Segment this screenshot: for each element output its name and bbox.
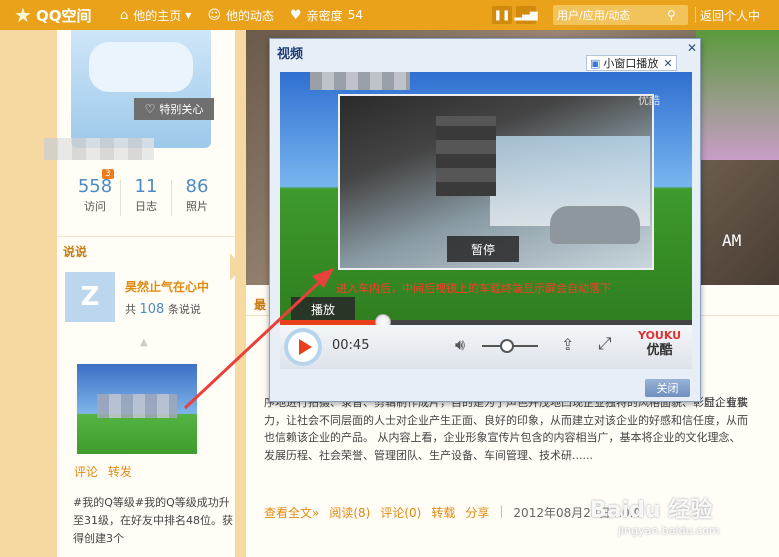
stat-photos-num: 86 bbox=[185, 176, 209, 197]
stat-visits-label: 访问 bbox=[84, 200, 106, 213]
fullscreen-icon[interactable]: ⤢ bbox=[598, 334, 612, 354]
close-button[interactable]: 关闭 bbox=[645, 379, 690, 397]
video-dialog: 视频 ✕ ▣ 小窗口播放 ✕ 优酷 暂停 进入车内后，中间后视镜上的车载终端显示… bbox=[269, 38, 701, 402]
play-button[interactable] bbox=[284, 328, 322, 366]
avatar-image bbox=[89, 42, 193, 92]
blurred-overlay bbox=[310, 72, 410, 90]
video-player[interactable]: 优酷 暂停 进入车内后，中间后视镜上的车载终端显示屏会自动落下 播放 00:45… bbox=[280, 72, 692, 369]
youku-logo-cn: 优酷 bbox=[646, 343, 673, 358]
logo-text: QQ空间 bbox=[35, 6, 92, 25]
signal-bars-icon: ▂▄▆ bbox=[514, 9, 538, 21]
tv-icon: ▣ bbox=[590, 56, 601, 70]
player-controls: 00:45 🔊︎ ⇪ ⤢ YOUKU 优酷 bbox=[280, 325, 692, 369]
volume-knob[interactable] bbox=[500, 339, 515, 353]
baidu-watermark-url: jingyan.baidu.com bbox=[618, 524, 720, 537]
post-text-tail: 时、有秩 bbox=[704, 396, 748, 409]
pause-tooltip: 暂停 bbox=[447, 236, 519, 262]
search-box: ⚲ bbox=[553, 5, 688, 25]
blurred-region bbox=[436, 116, 496, 196]
shuoshuo-header: 说说 bbox=[57, 236, 235, 262]
star-icon: ★ bbox=[14, 3, 32, 27]
stat-blogs[interactable]: 11 日志 bbox=[121, 176, 171, 216]
repost-link[interactable]: 转载 bbox=[431, 504, 455, 521]
top-bar: ★ QQ空间 ⌂ 他的主页 ▼ ☺ 他的动态 ♥ 亲密度 54 ❚❚ ▂▄▆ ⚲… bbox=[0, 0, 779, 30]
comment-count-link[interactable]: 评论(0) bbox=[380, 504, 421, 521]
shuoshuo-count: 共 108 条说说 bbox=[125, 301, 201, 317]
comment-link[interactable]: 评论 bbox=[74, 465, 98, 479]
shuoshuo-actions: 评论 转发 bbox=[74, 463, 138, 480]
special-care-button[interactable]: ♡ 特别关心 bbox=[134, 98, 214, 120]
shuoshuo-avatar[interactable]: Z bbox=[65, 272, 115, 322]
stat-blogs-label: 日志 bbox=[135, 200, 157, 213]
back-to-personal-center[interactable]: 返回个人中 bbox=[700, 0, 760, 30]
nav-intimacy[interactable]: ♥ 亲密度 54 bbox=[282, 0, 371, 30]
youku-logo-en: YOUKU bbox=[638, 329, 682, 342]
nav-intimacy-label: 亲密度 bbox=[306, 8, 343, 23]
read-count-link[interactable]: 阅读(8) bbox=[329, 504, 370, 521]
shuoshuo-title[interactable]: 昊然止气在心中 bbox=[125, 278, 209, 295]
avatar[interactable] bbox=[71, 30, 211, 148]
youku-watermark: 优酷 bbox=[638, 94, 660, 107]
count-prefix: 共 bbox=[125, 303, 136, 316]
share-link[interactable]: 分享 bbox=[465, 504, 489, 521]
shuoshuo-thumbnail[interactable] bbox=[77, 364, 197, 454]
blurred-username bbox=[44, 138, 154, 160]
profile-stats: 558 访问 3 11 日志 86 照片 bbox=[70, 169, 222, 216]
person-icon: ☺ bbox=[207, 7, 221, 23]
stat-photos[interactable]: 86 照片 bbox=[172, 176, 222, 216]
repost-link[interactable]: 转发 bbox=[108, 465, 132, 479]
share-icon[interactable]: ⇪ bbox=[561, 335, 574, 354]
caret-up-icon: ▲ bbox=[140, 337, 148, 348]
special-care-label: 特别关心 bbox=[159, 103, 204, 116]
nav-his-feed-label: 他的动态 bbox=[226, 8, 275, 23]
baidu-watermark: Baidu 经验 bbox=[590, 498, 713, 523]
video-frame[interactable]: 优酷 暂停 进入车内后，中间后视镜上的车载终端显示屏会自动落下 播放 bbox=[280, 72, 692, 326]
post-body: 序地进行拍摄、录音、剪辑制作成片，目的是为了声色并茂地凸现企业独特的风格面貌、彰… bbox=[264, 396, 748, 462]
close-icon[interactable]: ✕ bbox=[687, 41, 697, 55]
car-shape bbox=[550, 206, 640, 244]
stat-visits[interactable]: 558 访问 3 bbox=[70, 169, 120, 216]
banner-am-text: AM bbox=[722, 231, 742, 250]
heart-plus-icon: ♡ bbox=[144, 102, 156, 116]
chevron-down-icon: ▼ bbox=[185, 10, 192, 20]
divider: | bbox=[499, 504, 504, 518]
shuoshuo-text: #我的Q等级#我的Q等级成功升至31级，在好友中排名48位。获得创建3个 bbox=[73, 496, 233, 545]
play-tooltip: 播放 bbox=[291, 297, 355, 321]
video-subtitle: 进入车内后，中间后视镜上的车载终端显示屏会自动落下 bbox=[336, 282, 611, 295]
current-time: 00:45 bbox=[332, 338, 370, 353]
nav-his-feed[interactable]: ☺ 他的动态 bbox=[199, 0, 282, 30]
nav-his-home[interactable]: ⌂ 他的主页 ▼ bbox=[112, 0, 199, 30]
intimacy-value: 54 bbox=[347, 8, 363, 22]
mini-close-icon[interactable]: ✕ bbox=[663, 57, 672, 70]
signal-button[interactable]: ▂▄▆ bbox=[514, 6, 538, 24]
blurred-thumbnail-text bbox=[97, 394, 177, 418]
new-visits-badge: 3 bbox=[102, 169, 114, 179]
pointer-arrow bbox=[230, 253, 242, 281]
search-input[interactable] bbox=[557, 8, 667, 22]
pause-icon: ❚❚ bbox=[493, 9, 511, 21]
stat-visits-num: 558 bbox=[77, 176, 113, 197]
flower-image bbox=[696, 30, 779, 160]
post-text: 序地进行拍摄、录音、剪辑制作成片，目的是为了声色并茂地凸现企业独特的风格面貌、彰… bbox=[264, 394, 748, 464]
search-icon[interactable]: ⚲ bbox=[667, 8, 676, 22]
divider bbox=[695, 7, 696, 23]
pause-music-button[interactable]: ❚❚ bbox=[492, 6, 512, 24]
mini-window-label: 小窗口播放 bbox=[603, 57, 659, 70]
heart-icon: ♥ bbox=[290, 7, 302, 23]
mini-window-button[interactable]: ▣ 小窗口播放 ✕ bbox=[586, 55, 677, 71]
count-suffix: 条说说 bbox=[167, 303, 201, 316]
stat-photos-label: 照片 bbox=[186, 200, 208, 213]
youku-logo[interactable]: YOUKU 优酷 bbox=[638, 328, 681, 358]
volume-icon[interactable]: 🔊︎ bbox=[455, 335, 465, 355]
home-icon: ⌂ bbox=[120, 7, 129, 23]
read-full-link[interactable]: 查看全文» bbox=[264, 504, 319, 521]
stat-blogs-num: 11 bbox=[134, 176, 158, 197]
count-value[interactable]: 108 bbox=[140, 302, 165, 317]
nav-his-home-label: 他的主页 bbox=[133, 8, 182, 23]
qzone-logo[interactable]: ★ QQ空间 bbox=[0, 3, 112, 27]
play-icon bbox=[298, 339, 312, 355]
